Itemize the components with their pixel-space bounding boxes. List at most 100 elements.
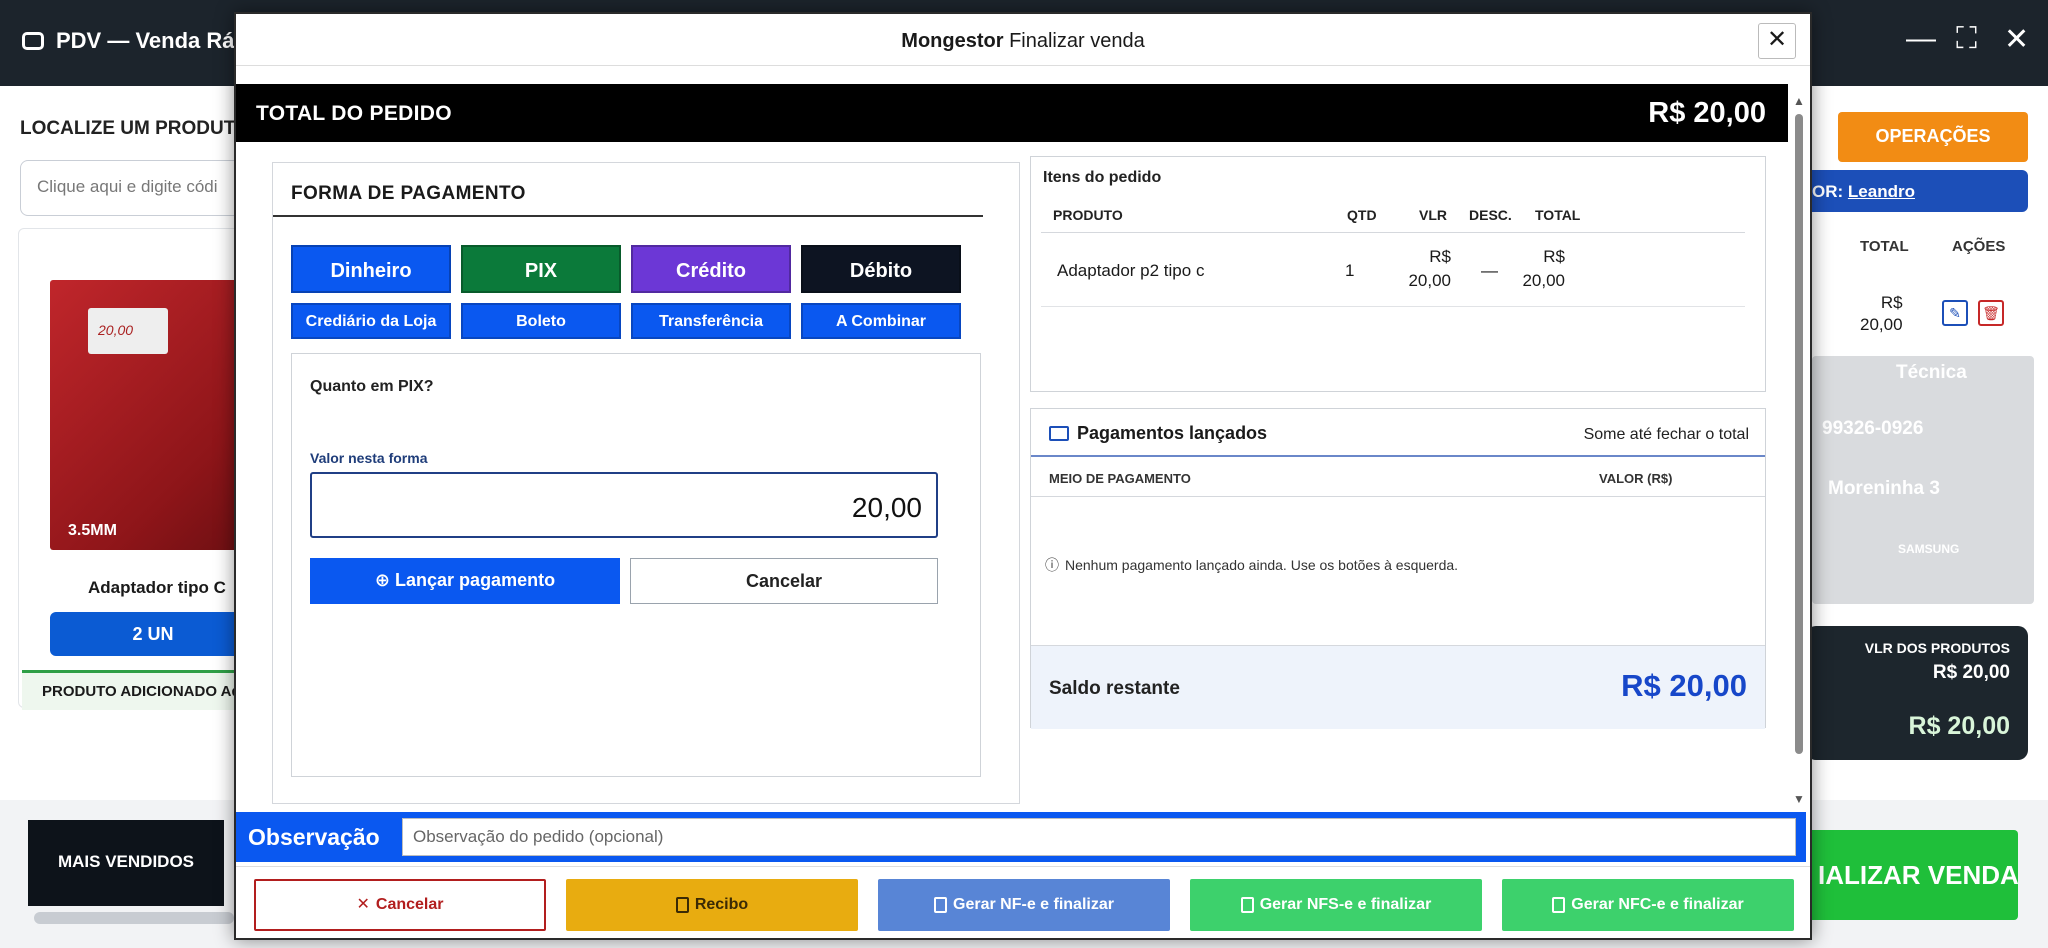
receipt-icon (675, 897, 689, 913)
method-crediario-button[interactable]: Crediário da Loja (291, 303, 451, 339)
product-image: 20,00 3.5MM (50, 280, 256, 550)
generate-nfse-button[interactable]: Gerar NFS-e e finalizar (1190, 879, 1482, 931)
payment-value-input[interactable]: 20,00 (310, 472, 938, 538)
scroll-down-icon[interactable]: ▼ (1793, 792, 1805, 806)
info-icon: ⓘ (1045, 557, 1059, 573)
method-boleto-button[interactable]: Boleto (461, 303, 621, 339)
remaining-balance-value: R$ 20,00 (1621, 668, 1747, 703)
close-icon: ✕ (356, 896, 370, 913)
vendor-prefix: OR: (1812, 182, 1844, 201)
generate-nfce-label: Gerar NFC-e e finalizar (1571, 896, 1744, 913)
dialog-title-text: Finalizar venda (1009, 30, 1145, 52)
item-unit-value: 20,00 (1408, 271, 1451, 290)
remaining-balance-label: Saldo restante (1049, 678, 1180, 699)
item-total-value: 20,00 (1522, 271, 1565, 290)
payment-question: Quanto em PIX? (310, 378, 434, 395)
order-items-title: Itens do pedido (1043, 169, 1162, 186)
order-total-bar: TOTAL DO PEDIDO R$ 20,00 (236, 84, 1788, 142)
scroll-up-icon[interactable]: ▲ (1793, 94, 1805, 108)
finalize-sale-dialog: Mongestor Finalizar venda ✕ TOTAL DO PED… (234, 12, 1812, 940)
totals-card: VLR DOS PRODUTOS R$ 20,00 R$ 20,00 (1806, 626, 2028, 760)
document-icon (1240, 897, 1254, 913)
observation-input[interactable]: Observação do pedido (opcional) (402, 818, 1796, 856)
product-qty-button[interactable]: 2 UN (50, 612, 256, 656)
store-phone: 99326-0926 (1822, 418, 1924, 439)
method-credito-button[interactable]: Crédito (631, 245, 791, 293)
method-pix-button[interactable]: PIX (461, 245, 621, 293)
item-discount: — (1481, 261, 1498, 280)
cart-row-total-value: 20,00 (1860, 315, 1903, 334)
grand-total: R$ 20,00 (1908, 712, 2010, 740)
launched-payments-empty: ⓘ Nenhum pagamento lançado ainda. Use os… (1045, 555, 1458, 575)
generate-nfse-label: Gerar NFS-e e finalizar (1259, 896, 1432, 913)
generate-nfe-label: Gerar NF-e e finalizar (953, 896, 1114, 913)
col-meio-pagamento: MEIO DE PAGAMENTO (1049, 471, 1191, 486)
method-transferencia-button[interactable]: Transferência (631, 303, 791, 339)
payment-title: FORMA DE PAGAMENTO (291, 183, 526, 204)
dialog-scrollbar[interactable]: ▲ ▼ (1792, 94, 1806, 806)
order-total-value: R$ 20,00 (1648, 97, 1766, 129)
vendor-badge[interactable]: OR: Leandro (1806, 170, 2028, 212)
app-title: PDV — Venda Ráp (22, 28, 248, 54)
col-desc: DESC. (1469, 207, 1512, 223)
item-product: Adaptador p2 tipo c (1057, 261, 1205, 280)
launch-payment-button[interactable]: ⊕ Lançar pagamento (310, 558, 620, 604)
horizontal-scrollbar[interactable] (34, 912, 234, 924)
cancel-sale-button[interactable]: ✕ Cancelar (254, 879, 546, 931)
table-row[interactable]: Adaptador p2 tipo c 1 R$ 20,00 — R$ 20,0… (1041, 235, 1745, 307)
vendor-name[interactable]: Leandro (1848, 182, 1915, 201)
store-info-card: Técnica 99326-0926 Moreninha 3 SAMSUNG (1812, 356, 2034, 604)
generate-nfe-button[interactable]: Gerar NF-e e finalizar (878, 879, 1170, 931)
app-logo-icon (22, 32, 44, 50)
window-close-icon[interactable]: ✕ (2004, 22, 2029, 57)
receipt-icon (1552, 897, 1566, 913)
cart-col-actions: AÇÕES (1952, 238, 2006, 255)
best-sellers-button[interactable]: MAIS VENDIDOS (28, 820, 224, 906)
store-address: Moreninha 3 (1828, 478, 1940, 499)
cancel-payment-button[interactable]: Cancelar (630, 558, 938, 604)
finalize-sale-button[interactable]: IALIZAR VENDA (1804, 830, 2018, 920)
products-value: R$ 20,00 (1932, 662, 2010, 683)
item-unit-currency: R$ (1429, 247, 1451, 266)
method-dinheiro-button[interactable]: Dinheiro (291, 245, 451, 293)
order-items-panel: Itens do pedido PRODUTO QTD VLR DESC. TO… (1030, 156, 1766, 392)
folder-icon (1049, 426, 1069, 441)
product-search-input[interactable]: Clique aqui e digite códi (20, 160, 256, 216)
item-total-currency: R$ (1543, 247, 1565, 266)
payment-value-label: Valor nesta forma (310, 450, 428, 466)
minimize-icon[interactable]: — (1906, 22, 1936, 56)
cart-col-total: TOTAL (1860, 238, 1909, 255)
observation-bar: Observação Observação do pedido (opciona… (236, 812, 1806, 862)
receipt-button[interactable]: Recibo (566, 879, 858, 931)
method-a-combinar-button[interactable]: A Combinar (801, 303, 961, 339)
locate-product-label: LOCALIZE UM PRODUTO (20, 118, 250, 139)
plus-circle-icon: ⊕ (374, 570, 391, 590)
dialog-title-app: Mongestor (901, 30, 1004, 52)
cancel-sale-label: Cancelar (375, 896, 444, 913)
app-title-text: PDV — Venda Ráp (56, 28, 248, 53)
trash-icon[interactable]: 🗑 (1978, 300, 2004, 326)
launched-payments-title: Pagamentos lançados (1049, 423, 1267, 444)
maximize-icon[interactable]: ⛶ (1956, 22, 1977, 56)
item-qty: 1 (1345, 261, 1355, 280)
payment-panel: FORMA DE PAGAMENTO Dinheiro PIX Crédito … (272, 162, 1020, 804)
product-name: Adaptador tipo C (88, 578, 226, 597)
order-items-header: PRODUTO QTD VLR DESC. TOTAL (1041, 191, 1745, 233)
launched-payments-title-text: Pagamentos lançados (1077, 423, 1268, 443)
method-debito-button[interactable]: Débito (801, 245, 961, 293)
col-qtd: QTD (1347, 207, 1377, 223)
price-tag: 20,00 (88, 308, 168, 354)
launched-payments-empty-text: Nenhum pagamento lançado ainda. Use os b… (1065, 557, 1459, 573)
generate-nfce-button[interactable]: Gerar NFC-e e finalizar (1502, 879, 1794, 931)
dialog-footer: ✕ Cancelar Recibo Gerar NF-e e finalizar… (236, 866, 1810, 938)
payment-entry-box: Quanto em PIX? Valor nesta forma 20,00 ⊕… (291, 353, 981, 777)
dialog-close-button[interactable]: ✕ (1758, 23, 1796, 59)
launched-payments-hint: Some até fechar o total (1583, 426, 1749, 443)
edit-icon[interactable]: ✎ (1942, 300, 1968, 326)
operations-button[interactable]: OPERAÇÕES (1838, 112, 2028, 162)
launch-payment-label: Lançar pagamento (395, 570, 556, 590)
order-total-label: TOTAL DO PEDIDO (256, 102, 452, 125)
scroll-thumb[interactable] (1795, 114, 1803, 754)
product-added-notice: PRODUTO ADICIONADO Ad (22, 670, 258, 710)
remaining-balance: Saldo restante R$ 20,00 (1031, 645, 1765, 729)
